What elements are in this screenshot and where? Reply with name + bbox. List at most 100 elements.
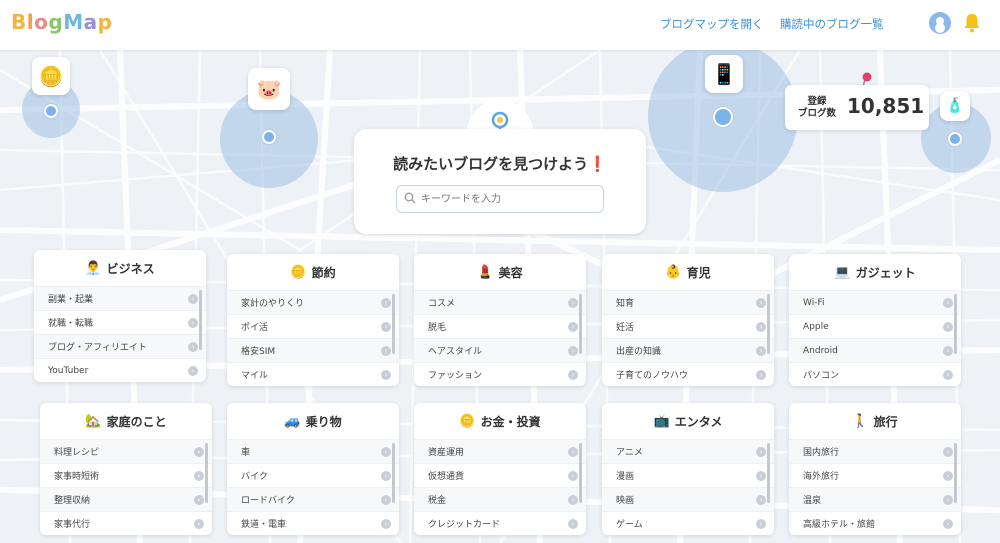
category-item[interactable]: 妊活 › bbox=[602, 314, 774, 338]
category-header[interactable]: 🚙 乗り物 bbox=[227, 403, 399, 439]
scrollbar[interactable] bbox=[954, 443, 957, 503]
category-item[interactable]: 温泉 › bbox=[789, 487, 961, 511]
smartphone-icon[interactable]: 📱 bbox=[705, 55, 743, 93]
category-item[interactable]: 車 › bbox=[227, 439, 399, 463]
category-icon: 🪙 bbox=[290, 264, 307, 280]
category-item[interactable]: YouTuber › bbox=[34, 358, 206, 382]
category-item[interactable]: ゲーム › bbox=[602, 511, 774, 535]
coin-icon[interactable]: 🪙 bbox=[32, 57, 70, 95]
scrollbar[interactable] bbox=[392, 443, 395, 503]
category-item-label: 国内旅行 bbox=[803, 448, 840, 458]
blogmap-logo[interactable]: BlogMap bbox=[11, 10, 112, 34]
category-item[interactable]: 漫画 › bbox=[602, 463, 774, 487]
category-item[interactable]: Wi-Fi › bbox=[789, 290, 961, 314]
category-item-label: 漫画 bbox=[616, 472, 635, 482]
user-avatar-icon[interactable] bbox=[929, 12, 951, 34]
category-header[interactable]: 🪙 お金・投資 bbox=[414, 403, 586, 439]
scrollbar[interactable] bbox=[199, 290, 202, 350]
category-title: 旅行 bbox=[873, 414, 898, 429]
category-item[interactable]: ヘアスタイル › bbox=[414, 338, 586, 362]
category-item[interactable]: 鉄道・電車 › bbox=[227, 511, 399, 535]
category-item[interactable]: 海外旅行 › bbox=[789, 463, 961, 487]
category-item[interactable]: 家計のやりくり › bbox=[227, 290, 399, 314]
category-item[interactable]: Apple › bbox=[789, 314, 961, 338]
category-header[interactable]: 💻 ガジェット bbox=[789, 254, 961, 290]
category-title: エンタメ bbox=[674, 414, 723, 429]
search-input[interactable] bbox=[396, 185, 604, 213]
bell-icon[interactable] bbox=[963, 13, 981, 33]
category-item[interactable]: Android › bbox=[789, 338, 961, 362]
category-item[interactable]: 子育てのノウハウ › bbox=[602, 362, 774, 386]
map-dot[interactable] bbox=[948, 132, 962, 146]
logo-letter: p bbox=[97, 10, 113, 34]
category-item-label: 整理収納 bbox=[54, 496, 91, 506]
scrollbar[interactable] bbox=[767, 443, 770, 503]
search-heading: 読みたいブログを見つけよう❗ bbox=[354, 153, 646, 174]
category-header[interactable]: 💄 美容 bbox=[414, 254, 586, 290]
category-item[interactable]: 脱毛 › bbox=[414, 314, 586, 338]
category-item[interactable]: ブログ・アフィリエイト › bbox=[34, 334, 206, 358]
category-item[interactable]: パソコン › bbox=[789, 362, 961, 386]
category-item[interactable]: 家事時短術 › bbox=[40, 463, 212, 487]
chevron-right-icon: › bbox=[943, 470, 953, 481]
category-item[interactable]: 出産の知識 › bbox=[602, 338, 774, 362]
category-item[interactable]: 仮想通貨 › bbox=[414, 463, 586, 487]
category-header[interactable]: 👶 育児 bbox=[602, 254, 774, 290]
open-blogmap-link[interactable]: ブログマップを開く bbox=[660, 16, 764, 32]
sparkle-icon[interactable]: 🧴 bbox=[940, 91, 970, 121]
category-item[interactable]: ポイ活 › bbox=[227, 314, 399, 338]
category-item[interactable]: 高級ホテル・旅館 › bbox=[789, 511, 961, 535]
category-item-label: 家事時短術 bbox=[54, 472, 100, 482]
chevron-right-icon: › bbox=[568, 494, 578, 505]
scrollbar[interactable] bbox=[767, 294, 770, 354]
map-dot[interactable] bbox=[262, 130, 276, 144]
category-title: 育児 bbox=[686, 265, 711, 280]
category-item[interactable]: 映画 › bbox=[602, 487, 774, 511]
scrollbar[interactable] bbox=[205, 443, 208, 503]
category-item[interactable]: 就職・転職 › bbox=[34, 310, 206, 334]
category-header[interactable]: 🪙 節約 bbox=[227, 254, 399, 290]
category-item[interactable]: 知育 › bbox=[602, 290, 774, 314]
scrollbar[interactable] bbox=[579, 443, 582, 503]
category-item[interactable]: クレジットカード › bbox=[414, 511, 586, 535]
chevron-right-icon: › bbox=[381, 297, 391, 308]
category-item[interactable]: 国内旅行 › bbox=[789, 439, 961, 463]
stat-value: 10,851 bbox=[847, 94, 925, 118]
category-item-label: 仮想通貨 bbox=[428, 472, 465, 482]
search-icon bbox=[404, 192, 416, 204]
category-header[interactable]: 👨‍💼 ビジネス bbox=[34, 250, 206, 286]
chevron-right-icon: › bbox=[568, 345, 578, 356]
category-item[interactable]: 家事代行 › bbox=[40, 511, 212, 535]
category-item[interactable]: ファッション › bbox=[414, 362, 586, 386]
category-header[interactable]: 🏡 家庭のこと bbox=[40, 403, 212, 439]
category-item[interactable]: マイル › bbox=[227, 362, 399, 386]
category-item[interactable]: コスメ › bbox=[414, 290, 586, 314]
map-dot[interactable] bbox=[713, 107, 733, 127]
scrollbar[interactable] bbox=[579, 294, 582, 354]
subscribed-blogs-link[interactable]: 購読中のブログ一覧 bbox=[780, 16, 884, 32]
category-header[interactable]: 📺 エンタメ bbox=[602, 403, 774, 439]
category-title: ビジネス bbox=[106, 261, 155, 276]
category-item[interactable]: ロードバイク › bbox=[227, 487, 399, 511]
category-item[interactable]: 格安SIM › bbox=[227, 338, 399, 362]
chevron-right-icon: › bbox=[756, 369, 766, 380]
chevron-right-icon: › bbox=[381, 321, 391, 332]
category-item[interactable]: 料理レシピ › bbox=[40, 439, 212, 463]
logo-letter: a bbox=[83, 10, 98, 34]
stat-label: 登録 ブログ数 bbox=[797, 96, 836, 119]
scrollbar[interactable] bbox=[954, 294, 957, 354]
scrollbar[interactable] bbox=[392, 294, 395, 354]
category-item-label: 映画 bbox=[616, 496, 635, 506]
category-item-label: 温泉 bbox=[803, 496, 822, 506]
category-card-saving: 🪙 節約 家計のやりくり › ポイ活 › 格安SIM › マイル › bbox=[227, 254, 399, 386]
chevron-right-icon: › bbox=[943, 446, 953, 457]
category-item[interactable]: 税金 › bbox=[414, 487, 586, 511]
category-item[interactable]: バイク › bbox=[227, 463, 399, 487]
category-header[interactable]: 🚶 旅行 bbox=[789, 403, 961, 439]
piggy-bank-icon[interactable]: 🐷 bbox=[248, 68, 290, 110]
category-item[interactable]: 副業・起業 › bbox=[34, 286, 206, 310]
category-item[interactable]: アニメ › bbox=[602, 439, 774, 463]
category-item[interactable]: 整理収納 › bbox=[40, 487, 212, 511]
map-dot[interactable] bbox=[44, 104, 58, 118]
category-item[interactable]: 資産運用 › bbox=[414, 439, 586, 463]
